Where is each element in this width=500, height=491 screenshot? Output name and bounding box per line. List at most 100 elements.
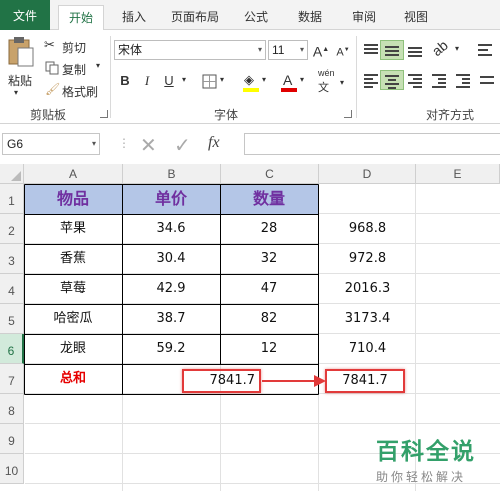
total-cell[interactable]: 2016.3 bbox=[319, 274, 416, 304]
ribbon-tabs: 文件 开始 插入 页面布局 公式 数据 审阅 视图 bbox=[0, 0, 500, 30]
col-header-b[interactable]: B bbox=[123, 164, 221, 184]
cut-label: 剪切 bbox=[62, 41, 87, 55]
font-color-button[interactable]: A ▾ bbox=[278, 72, 310, 94]
row-header-8[interactable]: 8 bbox=[0, 394, 24, 424]
borders-icon bbox=[202, 74, 217, 89]
wen-char-icon: 文 bbox=[318, 82, 329, 94]
merge-center-button[interactable] bbox=[476, 70, 500, 90]
total-cell[interactable]: 968.8 bbox=[319, 214, 416, 244]
more-dots-icon: ⋮ bbox=[118, 136, 130, 150]
row-header-6[interactable]: 6 bbox=[0, 334, 24, 364]
total-cell[interactable]: 710.4 bbox=[319, 334, 416, 364]
total-cell[interactable]: 972.8 bbox=[319, 244, 416, 274]
tab-home[interactable]: 开始 bbox=[58, 5, 104, 30]
row-header-5[interactable]: 5 bbox=[0, 304, 24, 334]
align-bottom-button[interactable] bbox=[404, 40, 428, 60]
font-name-value: 宋体 bbox=[118, 43, 143, 57]
watermark-subtitle: 助你轻松解决 bbox=[376, 470, 467, 484]
tab-page-layout[interactable]: 页面布局 bbox=[164, 5, 226, 30]
scissors-icon: ✂ bbox=[44, 37, 55, 52]
group-divider bbox=[110, 36, 111, 118]
group-divider bbox=[356, 36, 357, 118]
bold-button[interactable]: B bbox=[114, 70, 136, 92]
tab-insert[interactable]: 插入 bbox=[114, 5, 154, 30]
paste-button[interactable]: 粘贴 ▾ bbox=[4, 36, 38, 98]
fill-color-swatch bbox=[243, 88, 259, 92]
col-header-a[interactable]: A bbox=[24, 164, 123, 184]
wrap-text-button[interactable] bbox=[474, 40, 498, 60]
chevron-down-icon: ▾ bbox=[220, 75, 225, 84]
format-painter-button[interactable]: 🖌 格式刷 bbox=[44, 80, 104, 100]
tab-file[interactable]: 文件 bbox=[0, 0, 50, 30]
chevron-down-icon: ▾ bbox=[340, 78, 345, 87]
font-size-value: 11 bbox=[272, 43, 285, 57]
tab-data[interactable]: 数据 bbox=[290, 5, 330, 30]
font-group-label: 字体 bbox=[214, 108, 239, 122]
shrink-font-button[interactable]: A▼ bbox=[332, 39, 354, 61]
select-all-corner[interactable] bbox=[0, 164, 24, 184]
paste-label: 粘贴 bbox=[8, 74, 33, 88]
row-header-4[interactable]: 4 bbox=[0, 274, 24, 304]
col-header-e[interactable]: E bbox=[416, 164, 500, 184]
copy-icon bbox=[45, 61, 59, 75]
sum-copy-cell[interactable]: 7841.7 bbox=[327, 371, 403, 391]
borders-button[interactable]: ▾ bbox=[200, 72, 230, 92]
tab-formulas[interactable]: 公式 bbox=[236, 5, 276, 30]
row-header-10[interactable]: 10 bbox=[0, 454, 24, 484]
tab-review[interactable]: 审阅 bbox=[344, 5, 384, 30]
fill-color-button[interactable]: ◈ ▾ bbox=[240, 72, 272, 94]
copy-button[interactable]: 复制 ▾ bbox=[44, 58, 108, 78]
row-header-7[interactable]: 7 bbox=[0, 364, 24, 394]
underline-button[interactable]: U bbox=[158, 70, 180, 92]
name-box[interactable]: G6 ▾ bbox=[2, 133, 100, 155]
sum-value-cell[interactable]: 7841.7 bbox=[184, 371, 259, 391]
enter-icon[interactable]: ✓ bbox=[174, 133, 191, 158]
phonetic-button[interactable]: wén 文 ▾ bbox=[316, 68, 352, 96]
chevron-down-icon: ▾ bbox=[96, 61, 101, 70]
shrink-font-icon: A bbox=[336, 46, 344, 59]
wen-icon: wén bbox=[318, 68, 335, 78]
row-header-3[interactable]: 3 bbox=[0, 244, 24, 274]
col-header-c[interactable]: C bbox=[221, 164, 319, 184]
chevron-down-icon: ▾ bbox=[300, 75, 305, 84]
data-table: 物品 单价 数量 苹果 34.6 28 香蕉 30.4 32 草莓 42.9 4… bbox=[24, 184, 319, 395]
brush-icon: 🖌 bbox=[45, 82, 61, 96]
alignment-group-label: 对齐方式 bbox=[426, 108, 475, 122]
formula-input[interactable] bbox=[244, 133, 500, 155]
font-name-select[interactable]: 宋体 ▾ bbox=[114, 40, 266, 60]
align-center-button[interactable] bbox=[380, 70, 404, 90]
orientation-icon[interactable]: ab bbox=[429, 37, 451, 59]
spreadsheet-grid: A B C D E 1 2 3 4 5 6 7 8 9 10 物品 单价 数量 … bbox=[0, 164, 500, 491]
paint-bucket-icon: ◈ bbox=[244, 72, 254, 87]
arrow-right-icon bbox=[262, 375, 326, 387]
cancel-icon[interactable]: ✕ bbox=[140, 133, 157, 158]
ribbon: 粘贴 ▾ ✂ 剪切 复制 ▾ 🖌 格式刷 剪贴板 宋体 ▾ 11 ▾ A▲ A▼… bbox=[0, 30, 500, 124]
font-size-select[interactable]: 11 ▾ bbox=[268, 40, 308, 60]
align-middle-button[interactable] bbox=[380, 40, 404, 60]
cut-button[interactable]: ✂ 剪切 bbox=[44, 36, 104, 56]
chevron-down-icon: ▾ bbox=[91, 139, 96, 148]
insert-function-icon[interactable]: fx bbox=[208, 134, 220, 152]
clipboard-group-label: 剪贴板 bbox=[30, 108, 67, 122]
italic-button[interactable]: I bbox=[136, 70, 158, 92]
increase-indent-button[interactable] bbox=[452, 70, 476, 90]
font-color-icon: A bbox=[283, 72, 293, 88]
total-cell[interactable]: 3173.4 bbox=[319, 304, 416, 334]
row-header-2[interactable]: 2 bbox=[0, 214, 24, 244]
row-header-9[interactable]: 9 bbox=[0, 424, 24, 454]
table-borders bbox=[24, 184, 319, 395]
col-header-d[interactable]: D bbox=[319, 164, 416, 184]
paste-icon bbox=[8, 37, 34, 67]
copy-label: 复制 bbox=[62, 63, 87, 77]
align-right-button[interactable] bbox=[404, 70, 428, 90]
font-launcher-icon[interactable] bbox=[344, 110, 352, 118]
chevron-down-icon: ▾ bbox=[299, 45, 304, 54]
watermark: 百科全说 助你轻松解决 bbox=[376, 432, 496, 490]
format-painter-label: 格式刷 bbox=[62, 85, 99, 99]
chevron-down-icon: ▾ bbox=[14, 88, 19, 97]
tab-view[interactable]: 视图 bbox=[396, 5, 436, 30]
grow-font-button[interactable]: A▲ bbox=[310, 39, 332, 61]
row-header-1[interactable]: 1 bbox=[0, 184, 24, 214]
decrease-indent-button[interactable] bbox=[428, 70, 452, 90]
clipboard-launcher-icon[interactable] bbox=[100, 110, 108, 118]
